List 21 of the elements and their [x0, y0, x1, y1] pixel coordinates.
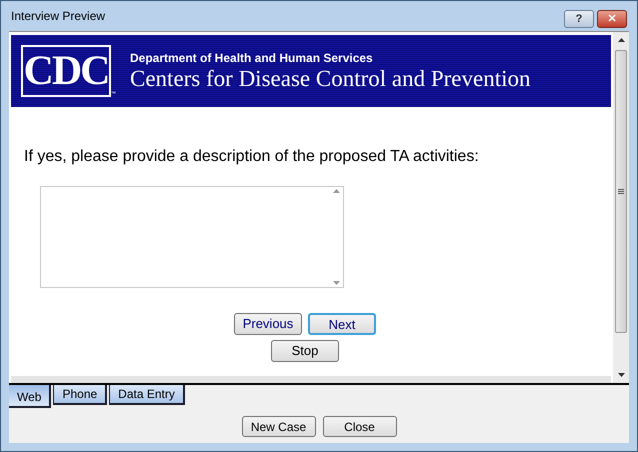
grip-icon [618, 189, 624, 194]
agency-name: Centers for Disease Control and Prevention [130, 66, 530, 92]
scroll-down-icon[interactable] [618, 373, 624, 377]
scroll-up-icon[interactable] [618, 38, 624, 42]
nav-button[interactable]: Next [308, 313, 376, 335]
stop-button[interactable]: Stop [271, 340, 339, 362]
tab[interactable]: Web [9, 385, 52, 408]
tab[interactable]: Phone [53, 385, 108, 405]
scroll-thumb[interactable] [615, 50, 627, 333]
help-button[interactable]: ? [564, 10, 594, 28]
horizontal-scrollbar[interactable] [11, 376, 611, 383]
question-text: If yes, please provide a description of the proposed TA activities: [24, 147, 480, 167]
department-name: Department of Health and Human Services [130, 50, 374, 66]
logo: CDC [21, 45, 111, 97]
answer-box[interactable] [40, 186, 344, 288]
dialog-button[interactable]: New Case [242, 416, 316, 437]
nav-button[interactable]: Previous [234, 313, 302, 335]
window-title: Interview Preview [11, 8, 106, 25]
dialog-button[interactable]: Close [322, 416, 396, 437]
tab[interactable]: Data Entry [109, 385, 185, 405]
vertical-scrollbar[interactable] [613, 32, 629, 383]
